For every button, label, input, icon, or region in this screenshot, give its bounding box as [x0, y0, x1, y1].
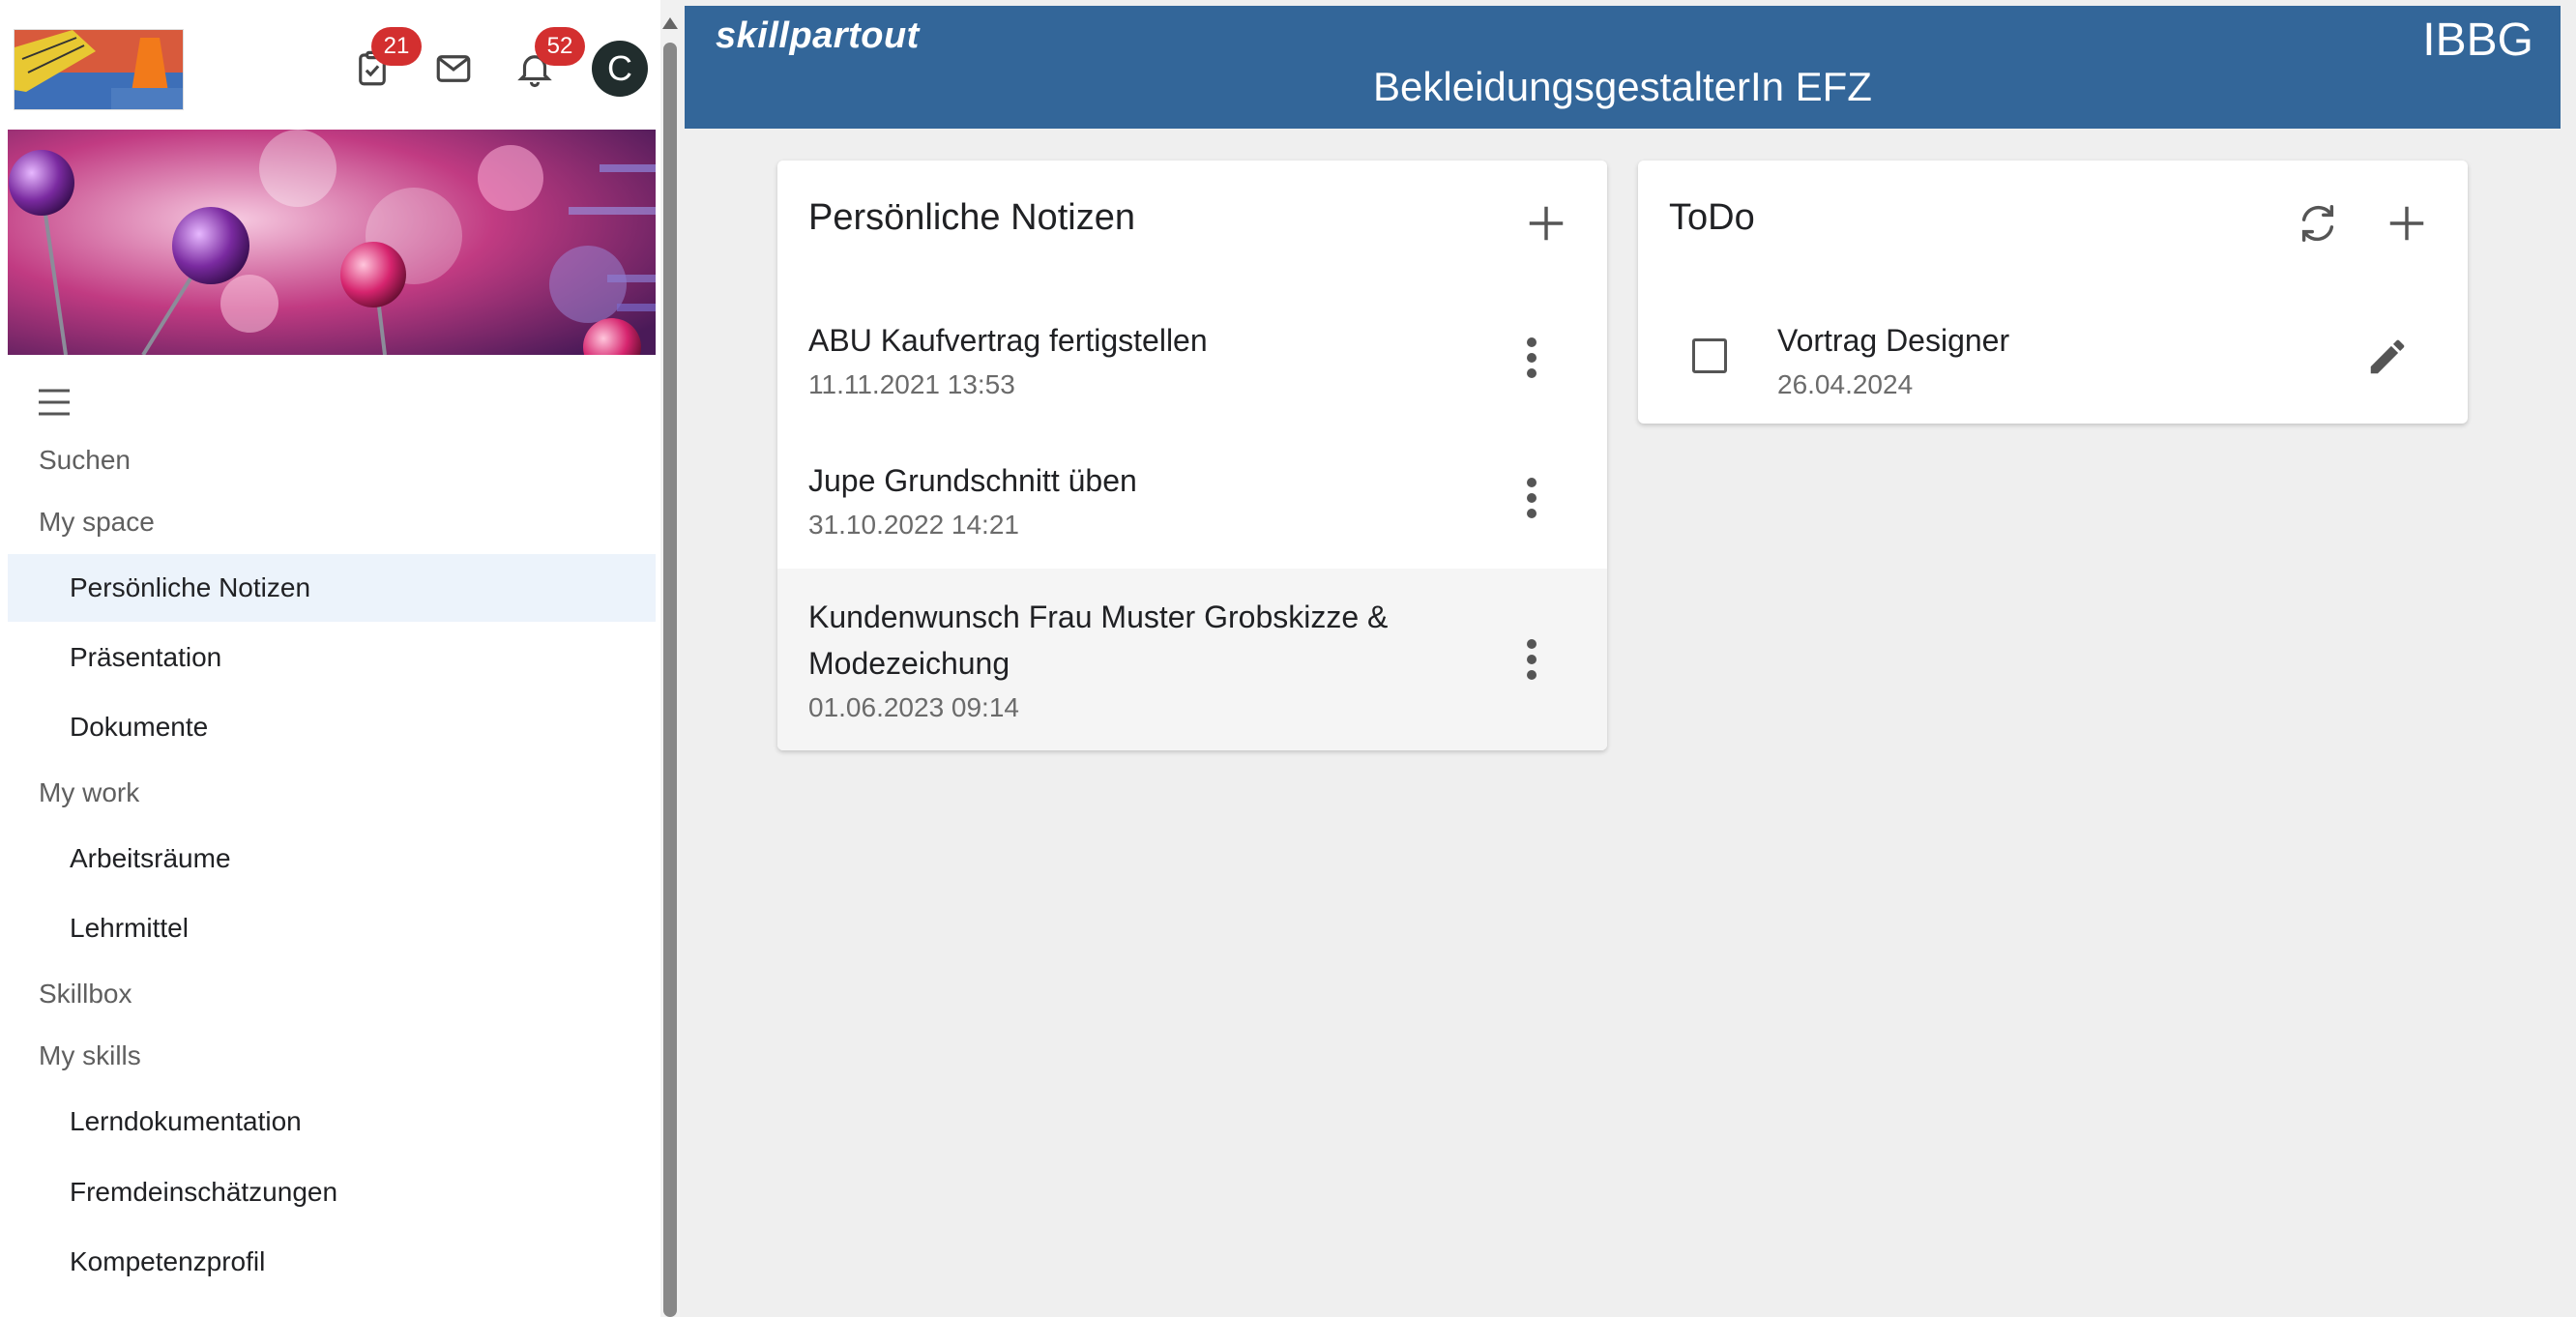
nav-item-dokumente[interactable]: Dokumente	[8, 693, 656, 761]
top-bar: skillpartout BekleidungsgestalterIn EFZ …	[685, 6, 2561, 129]
note-more-icon[interactable]	[1512, 329, 1551, 387]
nav-item-lerndokumentation[interactable]: Lerndokumentation	[8, 1088, 656, 1156]
nav-item-lehrmittel[interactable]: Lehrmittel	[8, 894, 656, 962]
note-title: Kundenwunsch Frau Muster Grobskizze & Mo…	[808, 600, 1389, 681]
mail-icon[interactable]	[424, 39, 483, 99]
todo-card: ToDo Vortrag Designer 26.04.2024	[1638, 161, 2468, 424]
nav-section-my-skills[interactable]: My skills	[39, 1040, 141, 1071]
nav-item-praesentation[interactable]: Präsentation	[8, 624, 656, 691]
todo-checkbox[interactable]	[1692, 338, 1727, 373]
user-avatar[interactable]: C	[592, 41, 648, 97]
nav-section-skillbox[interactable]: Skillbox	[39, 979, 132, 1010]
note-date: 31.10.2022 14:21	[808, 510, 1019, 540]
note-more-icon[interactable]	[1512, 469, 1551, 527]
notifications-badge: 52	[535, 27, 585, 66]
nav-item-kompetenzprofil[interactable]: Kompetenzprofil	[8, 1228, 656, 1296]
add-todo-icon[interactable]	[2379, 195, 2435, 251]
brand-name[interactable]: skillpartout	[716, 15, 920, 57]
page-title: BekleidungsgestalterIn EFZ	[1373, 64, 1872, 109]
scroll-up-arrow-icon[interactable]	[662, 17, 678, 29]
note-date: 11.11.2021 13:53	[808, 369, 1015, 399]
sidebar-scrollbar[interactable]	[660, 0, 680, 1317]
sidebar: 21 52 C Suchen My space Persönliche Noti…	[0, 0, 677, 1317]
nav-section-my-work[interactable]: My work	[39, 777, 139, 808]
nav-section-my-space[interactable]: My space	[39, 507, 155, 538]
nav-item-persoenliche-notizen[interactable]: Persönliche Notizen	[8, 554, 656, 622]
add-note-icon[interactable]	[1518, 195, 1574, 251]
header-banner-image	[8, 130, 656, 355]
note-row[interactable]: Jupe Grundschnitt üben 31.10.2022 14:21	[777, 428, 1607, 569]
note-row[interactable]: ABU Kaufvertrag fertigstellen 11.11.2021…	[777, 288, 1607, 428]
nav-section-suchen[interactable]: Suchen	[39, 445, 131, 476]
nav-item-fremdeinschaetzungen[interactable]: Fremdeinschätzungen	[8, 1158, 656, 1226]
notes-card-title: Persönliche Notizen	[808, 197, 1135, 238]
organization-label: IBBG	[2422, 15, 2533, 66]
menu-toggle-icon[interactable]	[35, 383, 73, 422]
edit-pencil-icon[interactable]	[2359, 329, 2415, 385]
note-row[interactable]: Kundenwunsch Frau Muster Grobskizze & Mo…	[777, 569, 1607, 750]
tasks-badge: 21	[371, 27, 422, 66]
refresh-icon[interactable]	[2290, 195, 2346, 251]
todo-title: Vortrag Designer	[1777, 323, 2010, 358]
notes-card: Persönliche Notizen ABU Kaufvertrag fert…	[777, 161, 1607, 750]
nav-item-arbeitsraeume[interactable]: Arbeitsräume	[8, 825, 656, 893]
note-date: 01.06.2023 09:14	[808, 692, 1019, 722]
scrollbar-thumb[interactable]	[663, 43, 677, 1317]
todo-date: 26.04.2024	[1777, 369, 1914, 399]
app-logo[interactable]	[14, 29, 184, 110]
note-title: Jupe Grundschnitt üben	[808, 463, 1137, 498]
todo-row[interactable]: Vortrag Designer 26.04.2024	[1638, 288, 2468, 424]
note-more-icon[interactable]	[1512, 630, 1551, 688]
note-title: ABU Kaufvertrag fertigstellen	[808, 323, 1208, 358]
todo-card-title: ToDo	[1669, 197, 1755, 238]
